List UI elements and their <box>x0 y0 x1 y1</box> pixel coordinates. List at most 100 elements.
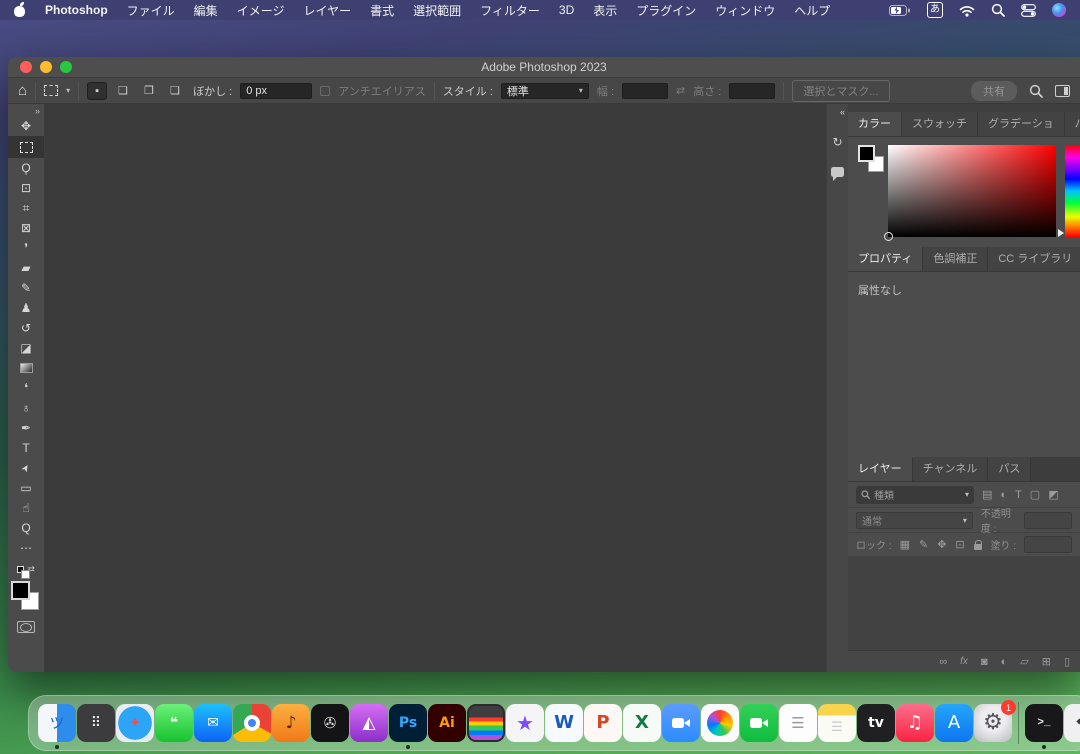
filter-smart-objects-icon[interactable]: ◩ <box>1048 488 1058 501</box>
dock-item-finder[interactable]: ツ <box>38 704 76 742</box>
expand-panels-icon[interactable]: « <box>840 107 845 117</box>
rectangle-tool[interactable]: ▭ <box>8 478 45 498</box>
new-layer-icon[interactable]: ⊞ <box>1042 655 1051 668</box>
menu-select[interactable]: 選択範囲 <box>413 2 461 19</box>
lasso-tool[interactable]: Ϙ <box>8 158 45 178</box>
title-bar[interactable]: Adobe Photoshop 2023 <box>8 57 1080 78</box>
dock-item-illustrator[interactable]: Ai <box>428 704 466 742</box>
search-icon[interactable] <box>991 3 1005 17</box>
lock-image-pixels-icon[interactable]: ✎ <box>919 538 928 551</box>
new-selection-button[interactable]: ▪ <box>87 82 107 100</box>
delete-layer-icon[interactable]: ▯ <box>1064 655 1070 668</box>
dock-item-powerpoint[interactable]: P <box>584 704 622 742</box>
dock-item-safari[interactable]: ✦ <box>116 704 154 742</box>
menu-help[interactable]: ヘルプ <box>794 2 830 19</box>
eraser-tool[interactable]: ◪ <box>8 338 45 358</box>
intersect-selection-button[interactable]: ❑ <box>165 82 185 100</box>
tab-cc-libraries[interactable]: CC ライブラリ <box>988 247 1080 271</box>
dock-item-system-settings[interactable]: ⚙1 <box>974 704 1012 742</box>
object-selection-tool[interactable]: ⊡ <box>8 178 45 198</box>
dock-item-chrome[interactable] <box>233 704 271 742</box>
type-tool[interactable]: T <box>8 438 45 458</box>
clone-stamp-tool[interactable]: ♟ <box>8 298 45 318</box>
dock-item-notes[interactable]: ☰ <box>818 704 856 742</box>
new-adjustment-layer-icon[interactable]: ◐ <box>1001 656 1008 668</box>
lock-position-icon[interactable]: ✥ <box>937 538 946 551</box>
path-selection-tool[interactable]: ➤ <box>8 458 45 478</box>
foreground-color-swatch[interactable] <box>11 581 30 600</box>
dock-item-utility[interactable]: ❖ <box>1064 704 1080 742</box>
healing-brush-tool[interactable]: ▰ <box>8 258 45 278</box>
more-tools[interactable]: ⋯ <box>8 538 45 558</box>
share-button[interactable]: 共有 <box>971 81 1017 101</box>
dock-item-facetime[interactable] <box>740 704 778 742</box>
tab-channels[interactable]: チャンネル <box>913 457 989 481</box>
blend-mode-select[interactable]: 通常 ▾ <box>856 512 973 529</box>
tab-gradients[interactable]: グラデーショ <box>978 112 1065 136</box>
dock-item-photos[interactable] <box>701 704 739 742</box>
tab-patterns[interactable]: パターン <box>1065 112 1080 136</box>
hue-slider[interactable] <box>1065 145 1080 237</box>
add-layer-mask-icon[interactable]: ◙ <box>981 656 988 668</box>
wifi-icon[interactable] <box>959 4 975 17</box>
menu-window[interactable]: ウィンドウ <box>715 2 775 19</box>
layer-style-icon[interactable]: fx <box>960 656 968 667</box>
width-input[interactable] <box>622 83 668 99</box>
siri-icon[interactable] <box>1052 3 1066 17</box>
control-center-icon[interactable] <box>1021 4 1036 17</box>
dock-item-word[interactable]: W <box>545 704 583 742</box>
link-layers-icon[interactable]: ∞ <box>939 656 947 668</box>
apple-menu-icon[interactable] <box>14 3 26 17</box>
dock-item-imovie[interactable]: ★ <box>506 704 544 742</box>
canvas[interactable] <box>45 104 826 672</box>
workspace-switcher-icon[interactable] <box>1055 85 1070 97</box>
dock-item-mail[interactable]: ✉ <box>194 704 232 742</box>
menu-photoshop[interactable]: Photoshop <box>45 3 108 17</box>
dock-item-launchpad[interactable]: ⠿ <box>77 704 115 742</box>
fill-input[interactable] <box>1024 536 1072 553</box>
subtract-selection-button[interactable]: ❐ <box>139 82 159 100</box>
dock-item-photoshop[interactable]: Ps <box>389 704 427 742</box>
gradient-tool[interactable] <box>8 358 45 378</box>
color-picker-marker[interactable] <box>884 232 893 241</box>
frame-tool[interactable]: ⊠ <box>8 218 45 238</box>
quick-mask-button[interactable] <box>17 621 35 633</box>
foreground-color-swatch[interactable] <box>858 145 875 162</box>
menu-edit[interactable]: 編集 <box>194 2 218 19</box>
menu-view[interactable]: 表示 <box>593 2 617 19</box>
hand-tool[interactable]: ☝ <box>8 498 45 518</box>
layer-search-field[interactable]: 種類 ▾ <box>856 486 974 504</box>
tab-properties[interactable]: プロパティ <box>848 247 923 271</box>
menu-plugins[interactable]: プラグイン <box>636 2 696 19</box>
select-and-mask-button[interactable]: 選択とマスク... <box>792 80 889 102</box>
zoom-tool[interactable]: Q <box>8 518 45 538</box>
dock-item-music[interactable]: ♫ <box>896 704 934 742</box>
chevron-down-icon[interactable]: ▾ <box>66 86 70 95</box>
lock-artboard-icon[interactable]: ⊡ <box>955 538 964 551</box>
tool-preset-marquee-icon[interactable] <box>44 85 58 96</box>
antialias-checkbox[interactable] <box>320 86 330 96</box>
dock-item-affinity-photo[interactable]: ◭ <box>350 704 388 742</box>
filter-type-layers-icon[interactable]: T <box>1015 489 1022 501</box>
hue-slider-marker[interactable] <box>1058 229 1064 237</box>
dock-item-terminal[interactable]: >_ <box>1025 704 1063 742</box>
menu-file[interactable]: ファイル <box>127 2 175 19</box>
saturation-brightness-field[interactable] <box>888 145 1056 237</box>
filter-pixel-layers-icon[interactable]: ▤ <box>982 488 992 501</box>
default-colors-widget[interactable]: ⇄ <box>17 564 35 575</box>
comments-panel-button[interactable] <box>828 161 848 183</box>
dock-item-zoom[interactable] <box>662 704 700 742</box>
dock-item-reminders[interactable]: ☰ <box>779 704 817 742</box>
filter-adjustment-layers-icon[interactable]: ◐ <box>1000 489 1007 501</box>
menu-filter[interactable]: フィルター <box>480 2 540 19</box>
brush-tool[interactable]: ✎ <box>8 278 45 298</box>
input-source-badge[interactable]: あ <box>927 2 943 18</box>
expand-tools-icon[interactable]: » <box>35 106 40 116</box>
dock-item-disk-app[interactable]: ✇ <box>311 704 349 742</box>
dodge-tool[interactable]: ♁ <box>8 398 45 418</box>
feather-input[interactable]: 0 px <box>240 83 312 99</box>
new-group-icon[interactable]: ▱ <box>1020 655 1028 668</box>
filter-shape-layers-icon[interactable]: ▢ <box>1030 488 1040 501</box>
dock-item-garageband[interactable]: ♪ <box>272 704 310 742</box>
dock-item-final-cut-pro[interactable] <box>467 704 505 742</box>
